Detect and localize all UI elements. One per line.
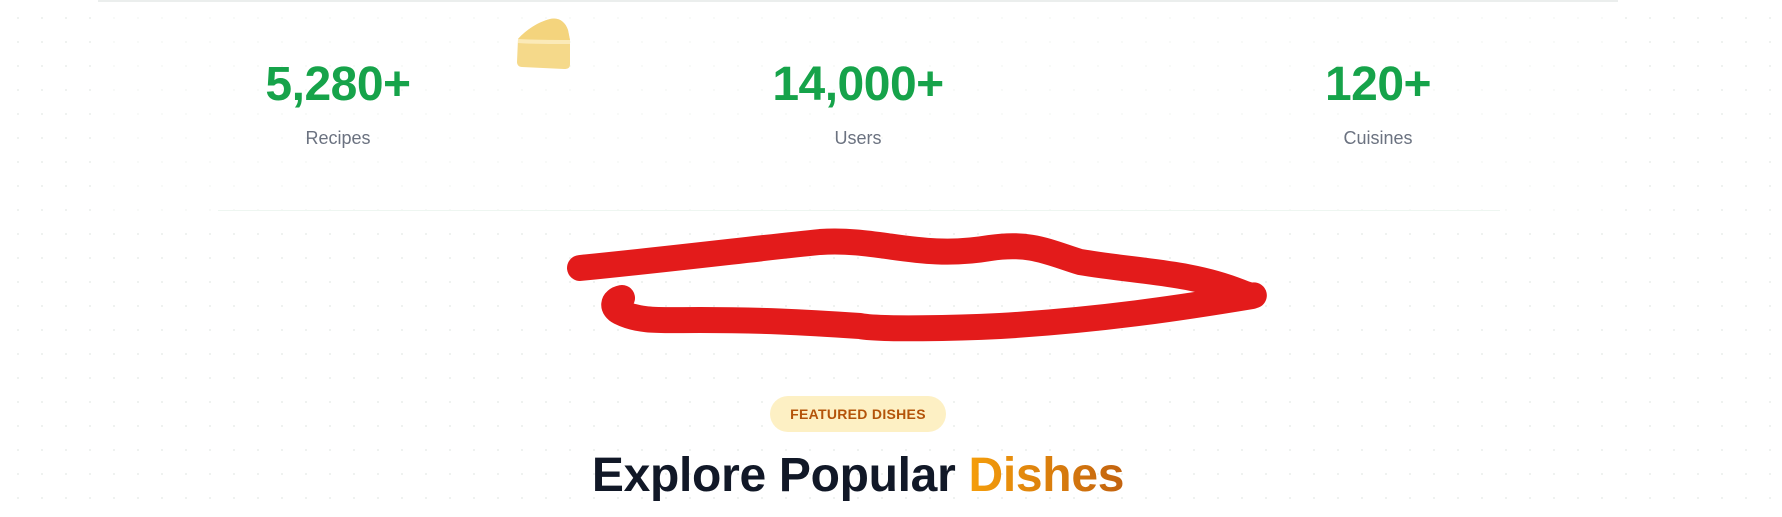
cheese-icon [517, 18, 570, 70]
stats-divider [218, 210, 1500, 211]
stat-users: 14,000+ Users [698, 57, 1018, 149]
stat-cuisines-label: Cuisines [1343, 128, 1413, 148]
featured-dishes-badge: FEATURED DISHES [770, 396, 946, 432]
stat-cuisines-value: 120+ [1324, 58, 1432, 111]
stat-recipes-value: 5,280+ [265, 58, 411, 111]
stat-users-value: 14,000+ [772, 58, 944, 111]
section-title-main: Explore Popular [591, 449, 956, 502]
page: 5,280+ Recipes 14,000+ Users 120+ Cuisin… [0, 0, 1782, 517]
stat-recipes-label: Recipes [305, 128, 371, 148]
stat-recipes: 5,280+ Recipes [178, 57, 498, 149]
section-title: Explore Popular Dishes [0, 446, 1716, 506]
stat-users-label: Users [834, 128, 882, 148]
stat-cuisines: 120+ Cuisines [1218, 57, 1538, 149]
section-title-accent: Dishes [968, 449, 1125, 502]
